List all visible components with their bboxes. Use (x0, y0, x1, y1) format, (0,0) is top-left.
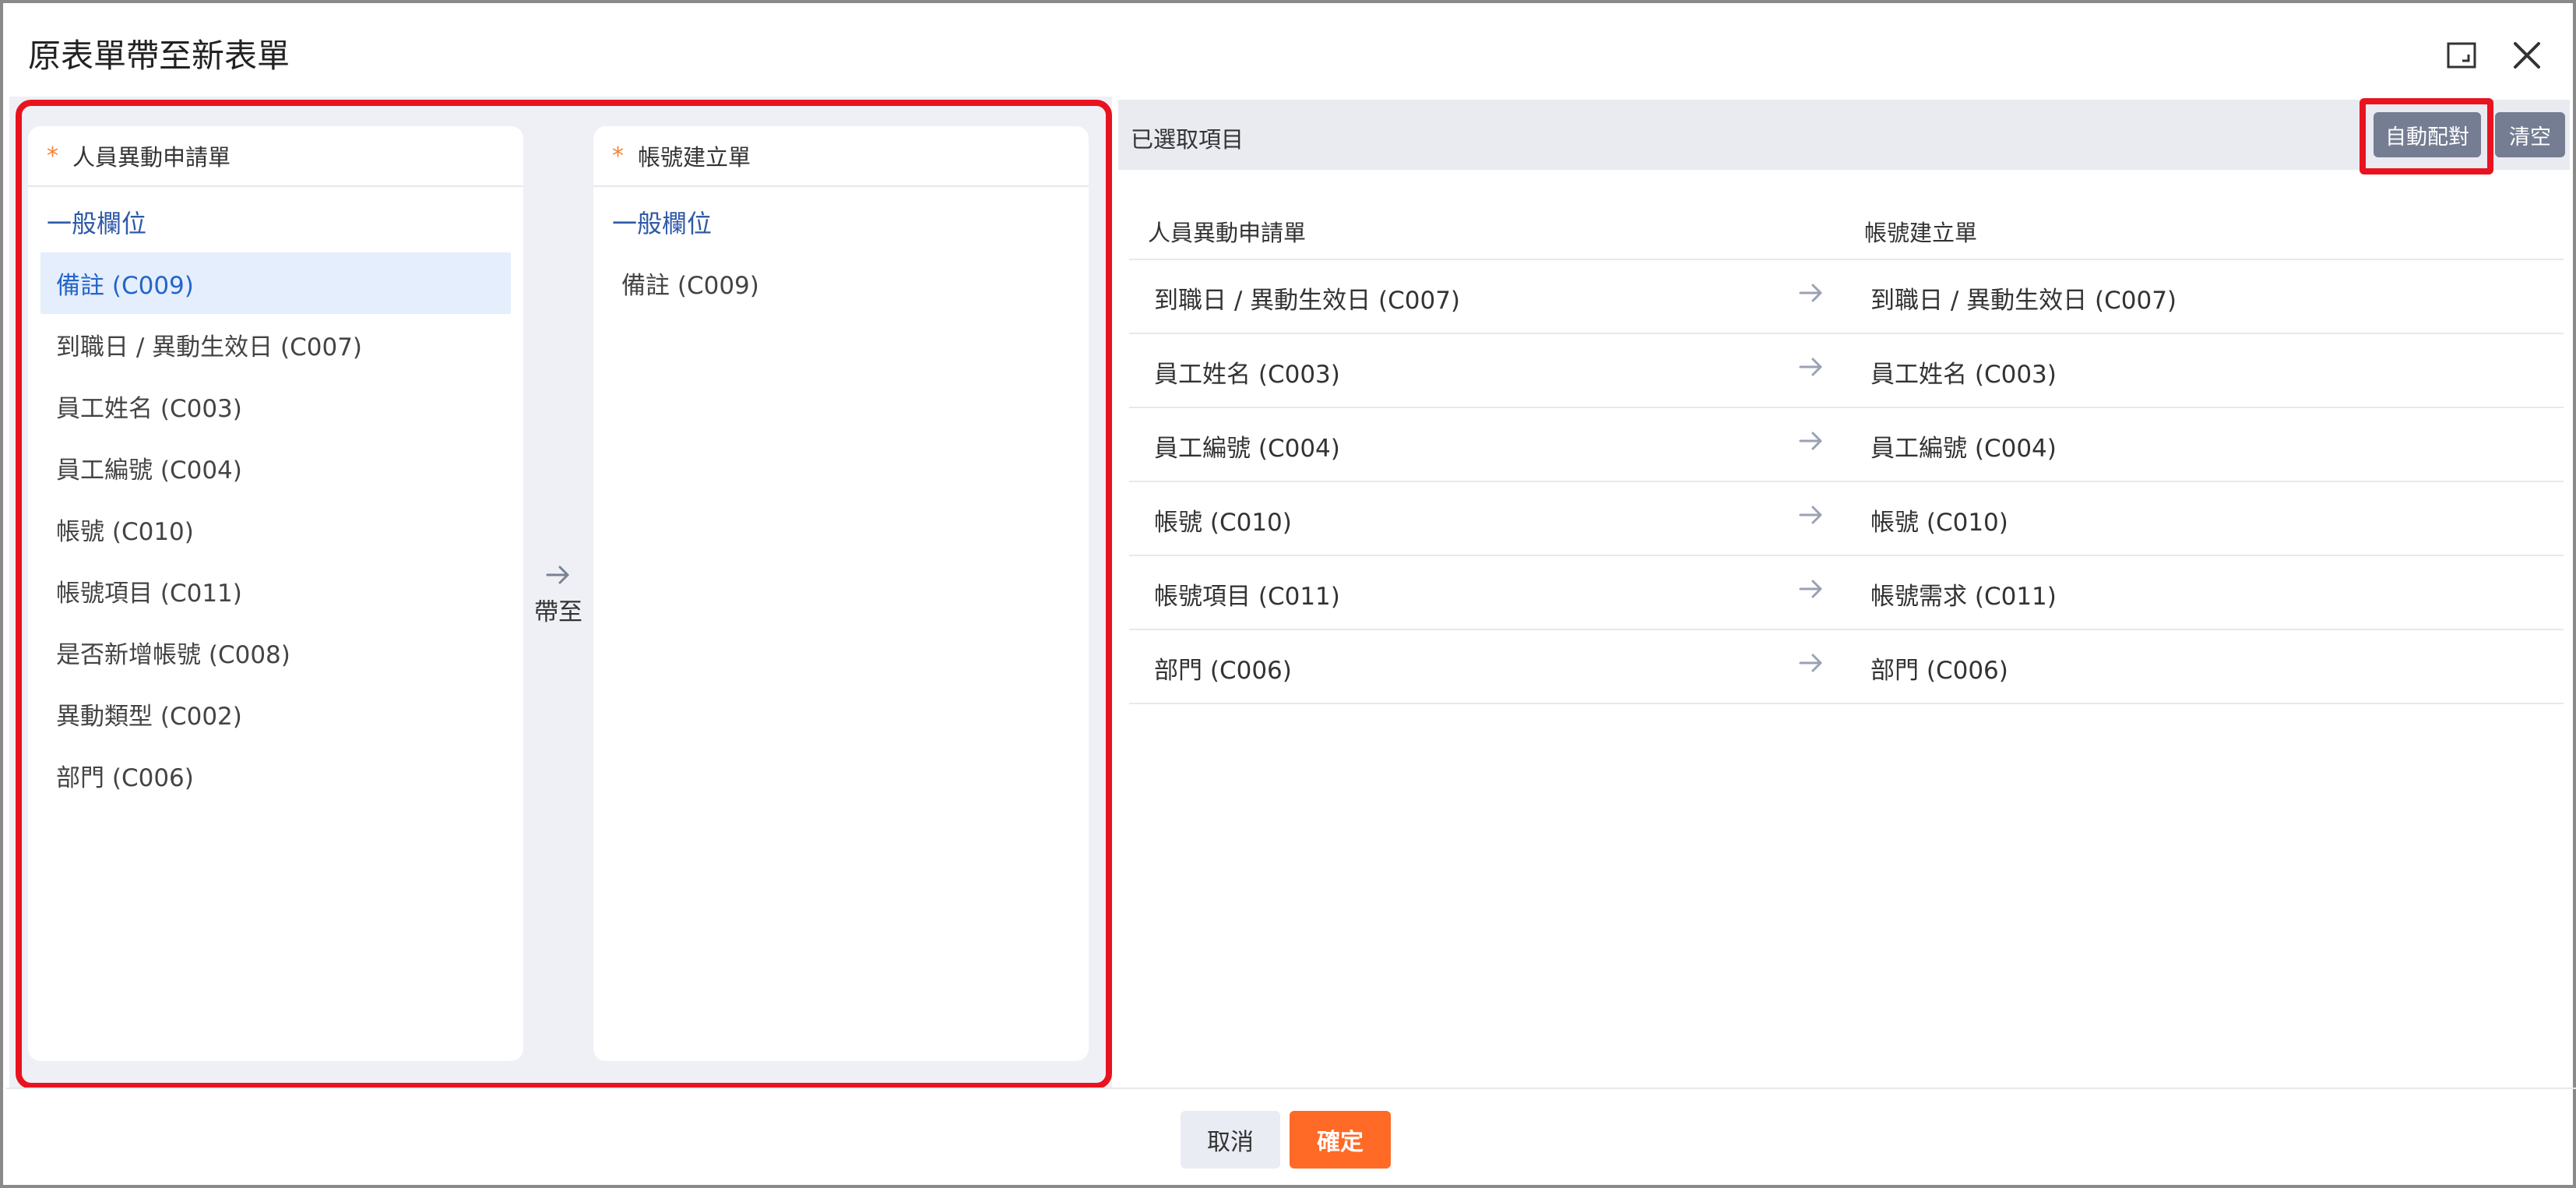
mapping-source-field: 員工姓名 (C003) (1154, 361, 1340, 389)
transfer-label: 帶至 (534, 598, 582, 626)
maximize-icon[interactable] (2444, 37, 2479, 73)
transfer-button[interactable]: 帶至 (533, 561, 584, 627)
selected-items-title: 已選取項目 (1131, 126, 1244, 153)
source-field-item[interactable]: 是否新增帳號 (C008) (40, 622, 511, 683)
target-field-list: 備註 (C009) (593, 252, 1089, 314)
col-target-header: 帳號建立單 (1864, 220, 1978, 246)
mapping-source-field: 帳號項目 (C011) (1154, 583, 1340, 611)
mapping-target-field: 員工編號 (C004) (1870, 435, 2057, 463)
mapping-source-field: 部門 (C006) (1154, 657, 1292, 685)
target-panel-header: * 帳號建立單 (593, 126, 1089, 187)
mapping-source-field: 帳號 (C010) (1154, 509, 1292, 537)
source-form-panel: * 人員異動申請單 一般欄位 備註 (C009) 到職日 / 異動生效日 (C00… (28, 126, 523, 1061)
mapping-target-field: 帳號需求 (C011) (1870, 583, 2057, 611)
mapping-row: 帳號項目 (C011) 帳號需求 (C011) (1129, 556, 2564, 630)
target-field-item[interactable]: 備註 (C009) (606, 252, 1076, 314)
arrow-right-icon (1799, 580, 1822, 598)
mapping-target-field: 部門 (C006) (1870, 657, 2008, 685)
mapping-row: 員工姓名 (C003) 員工姓名 (C003) (1129, 334, 2564, 408)
auto-match-button[interactable]: 自動配對 (2374, 112, 2481, 157)
mapping-source-field: 到職日 / 異動生效日 (C007) (1154, 287, 1461, 315)
close-icon[interactable] (2509, 37, 2545, 73)
transfer-dialog: 原表單帶至新表單 * 人員異動申請單 一般欄位 備註 (C009) 到職日 / 異… (0, 0, 2576, 1188)
source-panel-header: * 人員異動申請單 (28, 126, 523, 187)
clear-button[interactable]: 清空 (2495, 112, 2565, 157)
mapping-table-header: 人員異動申請單 帳號建立單 (1129, 203, 2564, 260)
arrow-right-icon (1799, 432, 1822, 450)
footer-divider (6, 1088, 2576, 1089)
required-mark: * (47, 142, 58, 170)
source-field-item[interactable]: 帳號項目 (C011) (40, 560, 511, 622)
arrow-right-icon (1799, 284, 1822, 302)
col-source-header: 人員異動申請單 (1148, 220, 1307, 246)
target-form-panel: * 帳號建立單 一般欄位 備註 (C009) (593, 126, 1089, 1061)
mapping-target-field: 帳號 (C010) (1870, 509, 2008, 537)
target-group-label: 一般欄位 (612, 209, 713, 238)
cancel-button[interactable]: 取消 (1181, 1111, 1280, 1169)
mapping-target-field: 員工姓名 (C003) (1870, 361, 2057, 389)
required-mark: * (612, 142, 624, 170)
source-field-item[interactable]: 異動類型 (C002) (40, 683, 511, 745)
mapping-target-field: 到職日 / 異動生效日 (C007) (1870, 287, 2177, 315)
selected-items-header: 已選取項目 (1118, 100, 2570, 170)
mapping-table: 人員異動申請單 帳號建立單 到職日 / 異動生效日 (C007) 到職日 / 異動… (1129, 203, 2564, 704)
mapping-row: 到職日 / 異動生效日 (C007) 到職日 / 異動生效日 (C007) (1129, 260, 2564, 334)
source-panel-title: 人員異動申請單 (72, 144, 231, 171)
source-field-item[interactable]: 帳號 (C010) (40, 499, 511, 560)
target-panel-title: 帳號建立單 (638, 144, 751, 171)
confirm-button[interactable]: 確定 (1290, 1111, 1391, 1169)
mapping-rows: 到職日 / 異動生效日 (C007) 到職日 / 異動生效日 (C007) 員工姓名… (1129, 260, 2564, 704)
dialog-title: 原表單帶至新表單 (28, 37, 290, 75)
source-field-item[interactable]: 備註 (C009) (40, 252, 511, 314)
arrow-right-icon (1799, 358, 1822, 376)
arrow-right-icon (546, 566, 569, 584)
mapping-row: 部門 (C006) 部門 (C006) (1129, 630, 2564, 704)
source-field-item[interactable]: 到職日 / 異動生效日 (C007) (40, 314, 511, 375)
source-field-item[interactable]: 員工編號 (C004) (40, 437, 511, 499)
source-field-item[interactable]: 員工姓名 (C003) (40, 375, 511, 437)
mapping-source-field: 員工編號 (C004) (1154, 435, 1340, 463)
mapping-row: 帳號 (C010) 帳號 (C010) (1129, 482, 2564, 556)
source-field-item[interactable]: 部門 (C006) (40, 745, 511, 806)
arrow-right-icon (1799, 506, 1822, 524)
mapping-row: 員工編號 (C004) 員工編號 (C004) (1129, 408, 2564, 482)
source-group-label: 一般欄位 (47, 209, 147, 238)
source-field-list: 備註 (C009) 到職日 / 異動生效日 (C007) 員工姓名 (C003) 員工… (28, 252, 523, 806)
arrow-right-icon (1799, 654, 1822, 672)
